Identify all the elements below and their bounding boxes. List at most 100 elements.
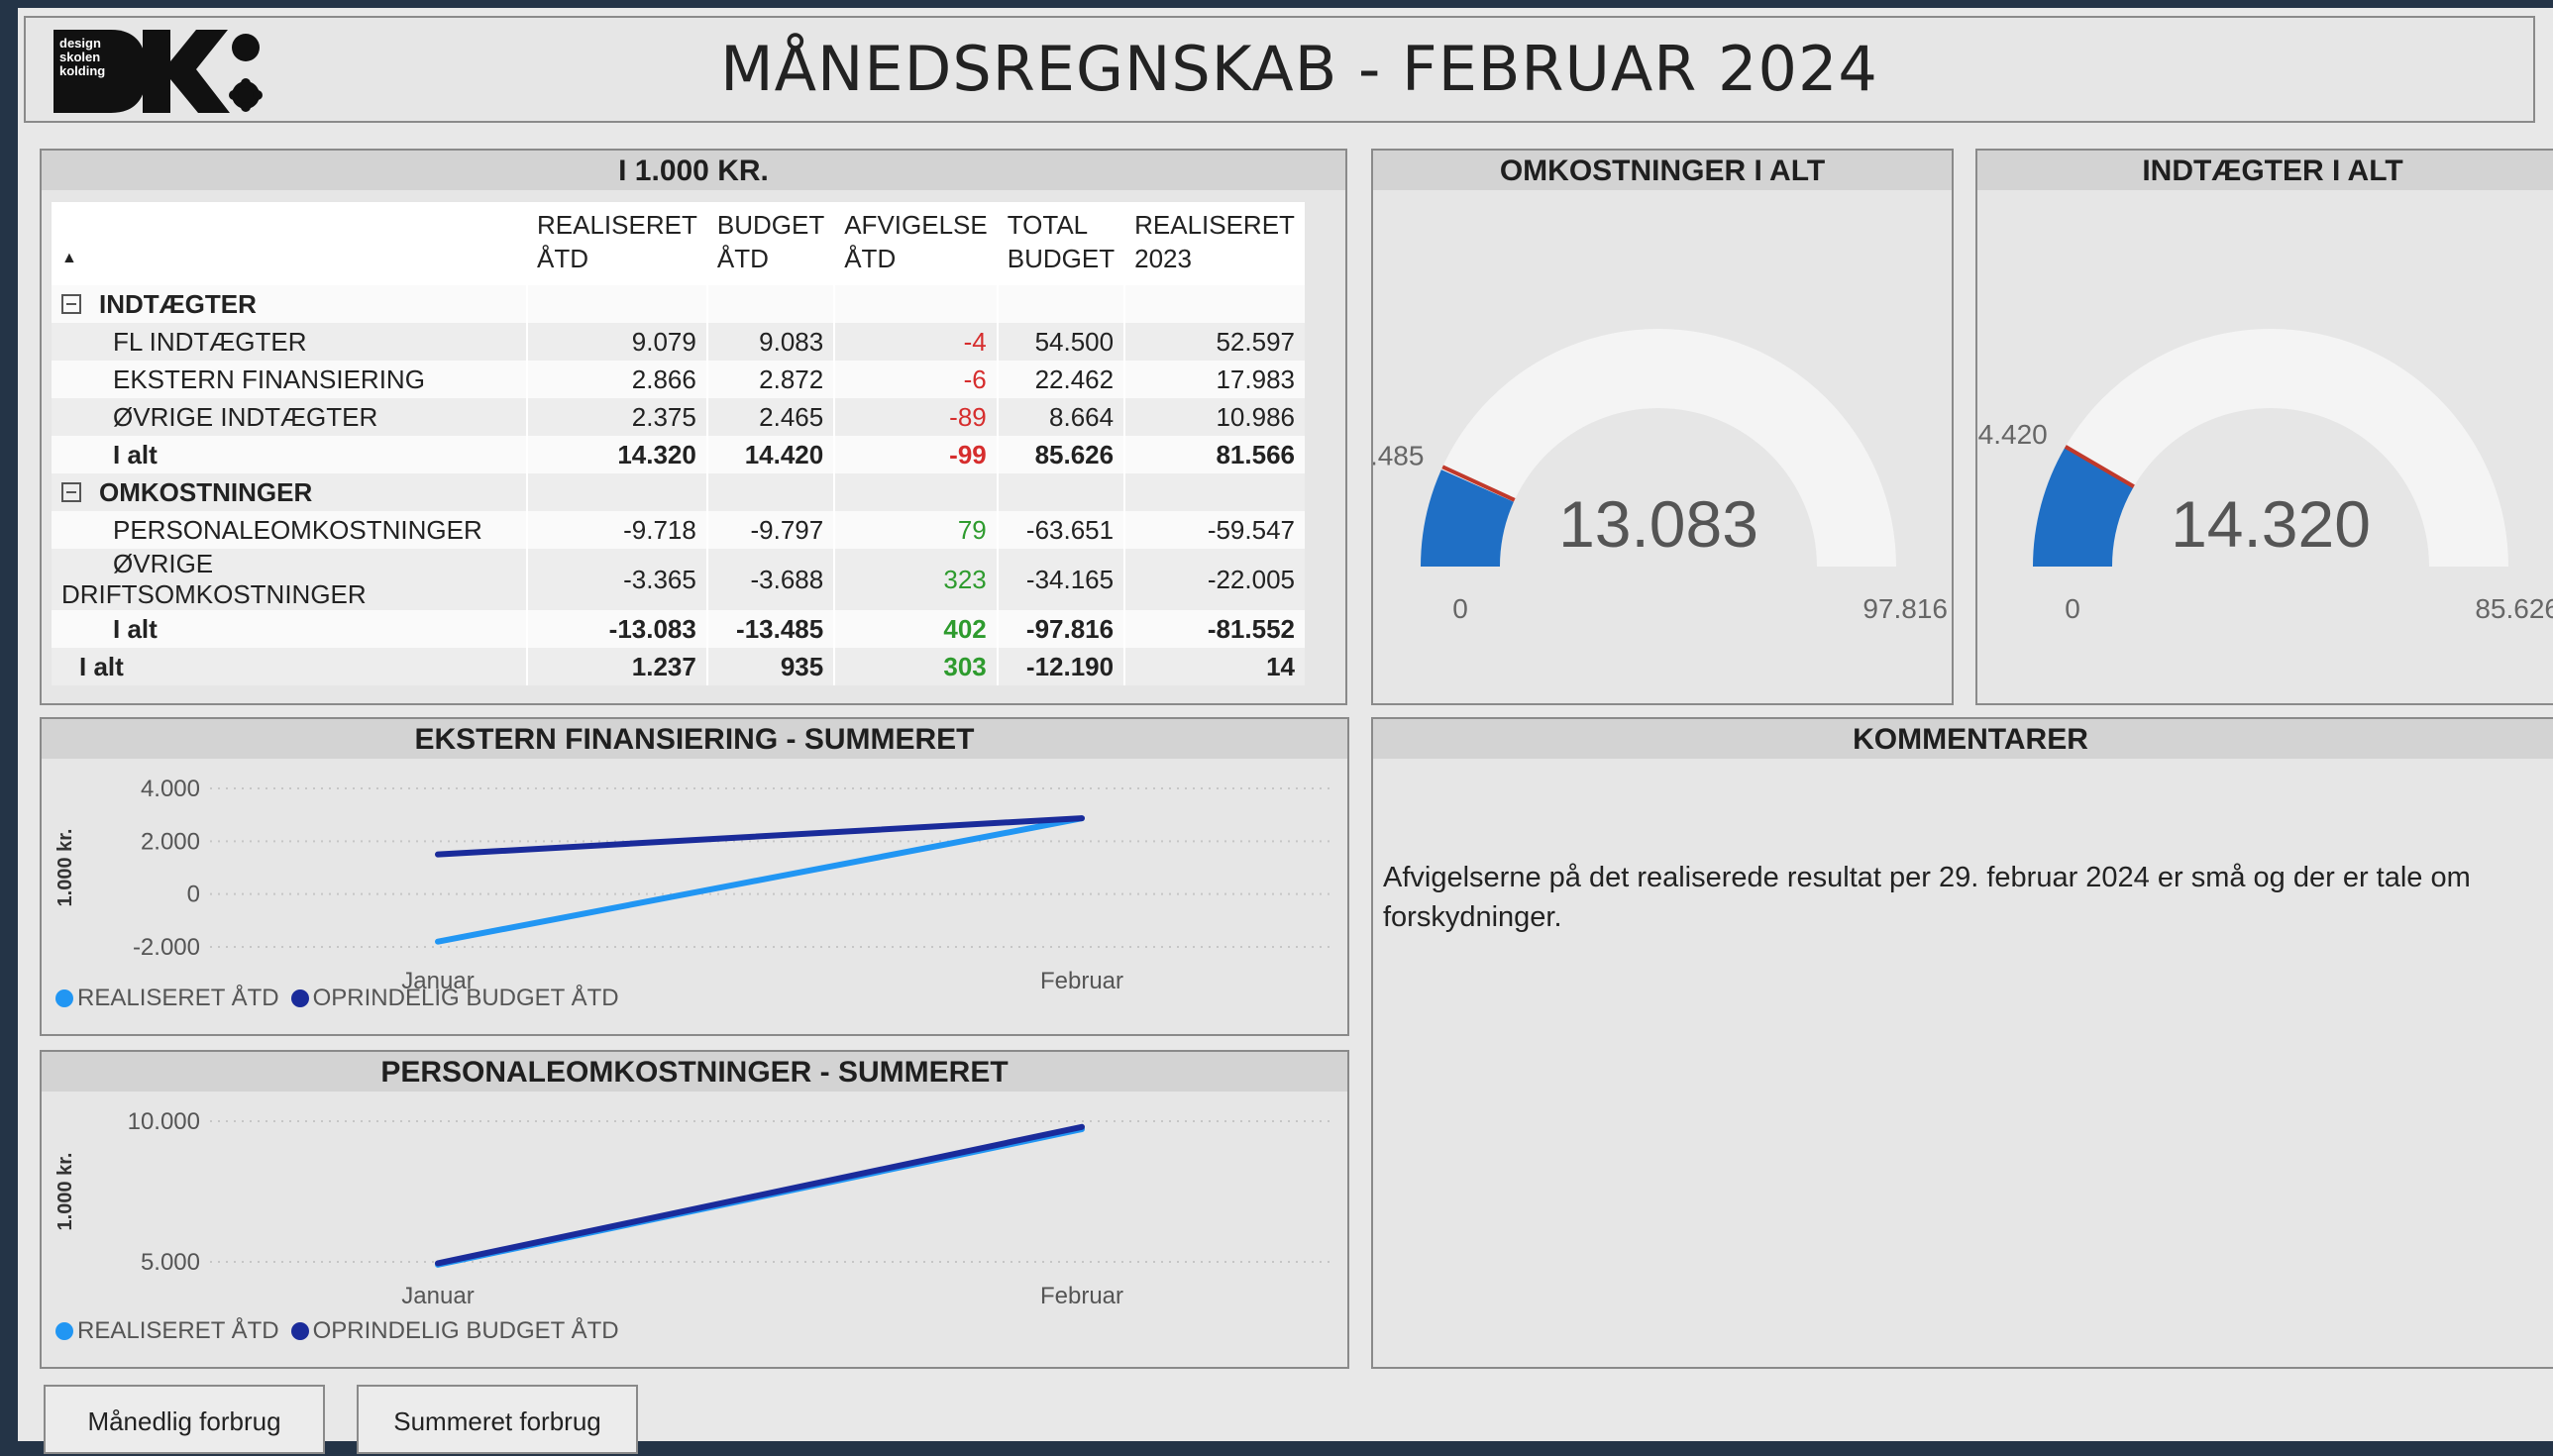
gauge-title: OMKOSTNINGER I ALT (1373, 151, 1952, 190)
row-label: PERSONALEOMKOSTNINGER (113, 514, 482, 545)
table-row[interactable]: INDTÆGTER (52, 285, 1305, 323)
table-row[interactable]: ØVRIGE DRIFTSOMKOSTNINGER -3.365 -3.688 323… (52, 549, 1305, 610)
monthly-usage-button[interactable]: Månedlig forbrug (44, 1385, 325, 1454)
table-cell: -63.651 (996, 511, 1125, 549)
sort-header[interactable]: ▲ (52, 202, 527, 285)
table-cell: 323 (833, 549, 998, 610)
table-cell: 402 (833, 610, 998, 648)
table-cell: 17.983 (1123, 361, 1305, 398)
comment-text: Afvigelserne på det realiserede resultat… (1383, 862, 2471, 933)
table-panel-title: I 1.000 KR. (42, 151, 1345, 190)
row-label: ØVRIGE DRIFTSOMKOSTNINGER (61, 549, 367, 609)
table-cell (996, 285, 1125, 323)
series-line-budget (435, 1123, 1085, 1267)
table-cell: -3.365 (526, 549, 707, 610)
table-cell: -59.547 (1123, 511, 1305, 549)
x-tick-label: Januar (401, 1283, 474, 1309)
table-row[interactable]: PERSONALEOMKOSTNINGER -9.718 -9.797 79 -63.6… (52, 511, 1305, 549)
table-cell: 9.079 (526, 323, 707, 361)
column-header[interactable]: REALISERET 2023 (1124, 202, 1305, 285)
table-cell: -12.190 (996, 648, 1125, 685)
chart-legend: REALISERET ÅTD OPRINDELIG BUDGET ÅTD (55, 985, 627, 1012)
table-cell: 10.986 (1123, 398, 1305, 436)
gauge-panel-omkostninger: OMKOSTNINGER I ALT 13.083 0 97.816 13.485 (1371, 149, 1954, 705)
table-cell (1123, 473, 1305, 511)
table-cell: 1.237 (526, 648, 707, 685)
table-cell: 8.664 (996, 398, 1125, 436)
table-cell: 2.375 (526, 398, 707, 436)
table-row[interactable]: OMKOSTNINGER (52, 473, 1305, 511)
table-cell: -81.552 (1123, 610, 1305, 648)
gauge-value: 13.083 (1558, 487, 1758, 561)
table-cell (526, 285, 707, 323)
table-cell: 303 (833, 648, 998, 685)
gauge-chart: 14.320 0 85.626 14.420 (1977, 329, 2553, 624)
gauge-target-label: 14.420 (1977, 419, 2048, 450)
comments-panel: KOMMENTARER Afvigelserne på det realiser… (1371, 717, 2553, 1369)
table-cell (996, 473, 1125, 511)
column-header[interactable]: REALISERET ÅTD (527, 202, 707, 285)
legend-item-realiseret[interactable]: REALISERET ÅTD (55, 985, 279, 1012)
table-cell: -13.083 (526, 610, 707, 648)
table-row[interactable]: I alt 1.237 935 303 -12.190 14 (52, 648, 1305, 685)
column-header[interactable]: AFVIGELSE ÅTD (834, 202, 998, 285)
table-cell: -99 (833, 436, 998, 473)
table-cell (705, 285, 835, 323)
table-cell: 22.462 (996, 361, 1125, 398)
legend-item-budget[interactable]: OPRINDELIG BUDGET ÅTD (290, 985, 619, 1012)
gauge-max: 97.816 (1862, 593, 1948, 624)
row-label: ØVRIGE INDTÆGTER (113, 401, 378, 432)
legend-dot-icon (290, 989, 309, 1007)
x-tick-label: Februar (1040, 1283, 1123, 1309)
y-tick-label: 4.000 (141, 776, 200, 802)
comments-title: KOMMENTARER (1373, 719, 2553, 759)
cumulative-usage-button[interactable]: Summeret forbrug (357, 1385, 638, 1454)
table-cell: 14 (1123, 648, 1305, 685)
column-header[interactable]: TOTAL BUDGET (997, 202, 1125, 285)
y-tick-label: 10.000 (128, 1108, 200, 1135)
table-cell: 2.872 (705, 361, 835, 398)
table-cell: -34.165 (996, 549, 1125, 610)
table-row[interactable]: I alt 14.320 14.420 -99 85.626 81.566 (52, 436, 1305, 473)
table-cell: -22.005 (1123, 549, 1305, 610)
report-header: design skolen kolding MÅNEDSREGNSKAB - F… (24, 16, 2535, 123)
table-cell: -13.485 (705, 610, 835, 648)
legend-item-realiseret[interactable]: REALISERET ÅTD (55, 1317, 279, 1345)
table-row[interactable]: EKSTERN FINANSIERING 2.866 2.872 -6 22.462 17… (52, 361, 1305, 398)
collapse-icon[interactable] (61, 293, 81, 314)
row-label: I alt (113, 613, 158, 644)
row-label: EKSTERN FINANSIERING (113, 364, 425, 394)
collapse-icon[interactable] (61, 481, 81, 502)
table-cell: 54.500 (996, 323, 1125, 361)
table-cell (833, 285, 998, 323)
table-row[interactable]: FL INDTÆGTER 9.079 9.083 -4 54.500 52.597 (52, 323, 1305, 361)
table-row[interactable]: ØVRIGE INDTÆGTER 2.375 2.465 -89 8.664 10.986 (52, 398, 1305, 436)
chart-panel-personaleomkostninger: PERSONALEOMKOSTNINGER - SUMMERET 1.000 k… (40, 1050, 1349, 1369)
y-tick-label: 0 (187, 882, 200, 908)
gauge-max: 85.626 (2475, 593, 2553, 624)
table-cell: -89 (833, 398, 998, 436)
gauge-target-label: 13.485 (1373, 440, 1424, 470)
table-cell (1123, 285, 1305, 323)
table-wrapper: ▲ REALISERET ÅTD BUDGET ÅTD AFVIGELSE ÅTD T… (52, 202, 1305, 685)
table-row[interactable]: I alt -13.083 -13.485 402 -97.816 -81.552 (52, 610, 1305, 648)
financial-table-panel: I 1.000 KR. ▲ REALISERET ÅTD BUDGET ÅTD AF… (40, 149, 1347, 705)
column-header[interactable]: BUDGET ÅTD (706, 202, 835, 285)
gauge-chart: 13.083 0 97.816 13.485 (1373, 329, 1948, 624)
table-cell (705, 473, 835, 511)
category-label: INDTÆGTER (99, 288, 257, 319)
category-label: OMKOSTNINGER (99, 476, 313, 507)
sort-ascending-icon[interactable]: ▲ (61, 242, 517, 275)
chart-legend: REALISERET ÅTD OPRINDELIG BUDGET ÅTD (55, 1317, 627, 1345)
y-axis-label: 1.000 kr. (54, 829, 76, 907)
table-cell: -4 (833, 323, 998, 361)
legend-item-budget[interactable]: OPRINDELIG BUDGET ÅTD (290, 1317, 619, 1345)
row-label: I alt (113, 439, 158, 469)
table-cell: 14.420 (705, 436, 835, 473)
gauge-min: 0 (2065, 593, 2080, 624)
chart-title: EKSTERN FINANSIERING - SUMMERET (42, 719, 1347, 759)
legend-dot-icon (55, 989, 73, 1007)
gauge-title: INDTÆGTER I ALT (1977, 151, 2553, 190)
chart-panel-ekstern-finansiering: EKSTERN FINANSIERING - SUMMERET 1.000 kr… (40, 717, 1349, 1036)
gauge-panel-indtaegter: INDTÆGTER I ALT 14.320 0 85.626 14.420 (1975, 149, 2553, 705)
